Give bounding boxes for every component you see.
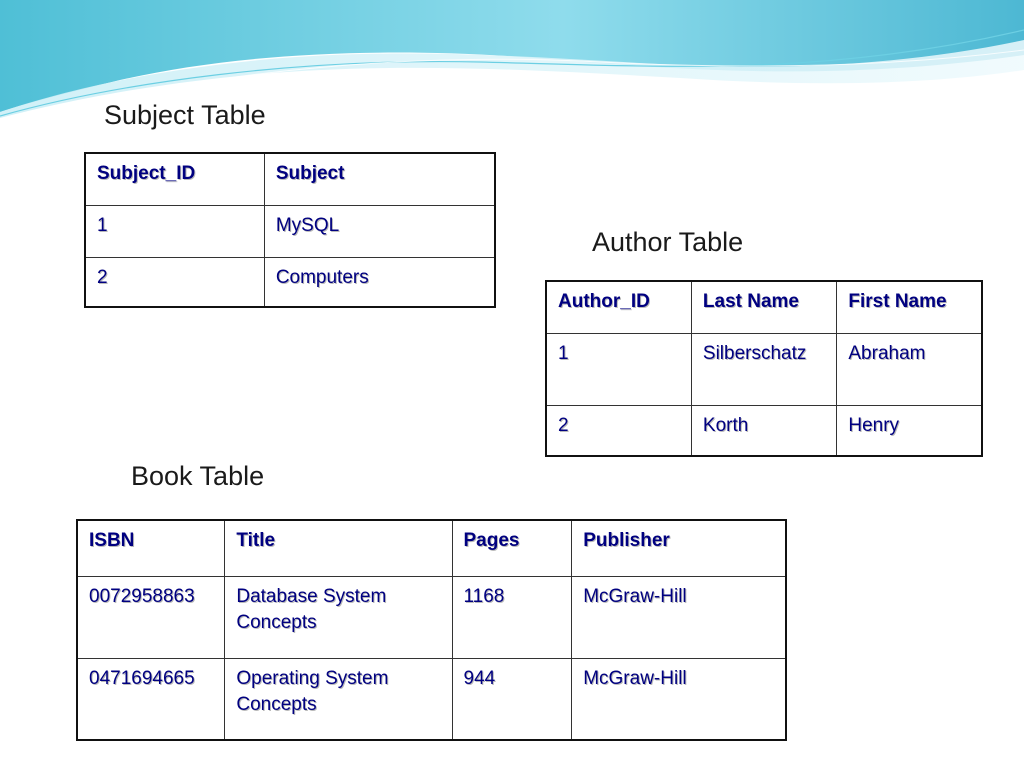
table-cell: Database System Concepts xyxy=(224,575,453,659)
table-cell: 0471694665 xyxy=(76,657,226,741)
author-table: Author_ID Last Name First Name 1 Silbers… xyxy=(545,280,983,457)
table-cell: McGraw-Hill xyxy=(571,575,787,659)
table-row: 2 Korth Henry xyxy=(545,404,983,457)
table-cell: MySQL xyxy=(263,204,496,258)
column-header: Last Name xyxy=(690,280,838,334)
table-cell: Henry xyxy=(836,404,983,457)
column-header: Subject xyxy=(263,152,496,206)
table-cell: Abraham xyxy=(836,332,983,406)
table-row: 2 Computers xyxy=(84,256,496,308)
table-header-row: ISBN Title Pages Publisher xyxy=(76,519,787,577)
table-cell: Operating System Concepts xyxy=(224,657,453,741)
table-cell: 0072958863 xyxy=(76,575,226,659)
table-cell: Korth xyxy=(690,404,838,457)
table-cell: 2 xyxy=(545,404,692,457)
table-cell: 1 xyxy=(545,332,692,406)
table-cell: 2 xyxy=(84,256,265,308)
table-cell: 944 xyxy=(451,657,573,741)
table-cell: 1 xyxy=(84,204,265,258)
subject-table: Subject_ID Subject 1 MySQL 2 Computers xyxy=(84,152,496,308)
table-cell: Computers xyxy=(263,256,496,308)
column-header: Publisher xyxy=(571,519,787,577)
table-header-row: Author_ID Last Name First Name xyxy=(545,280,983,334)
book-table-heading: Book Table xyxy=(131,461,265,491)
column-header: Title xyxy=(224,519,453,577)
table-row: 1 MySQL xyxy=(84,204,496,258)
book-table: ISBN Title Pages Publisher 0072958863 Da… xyxy=(76,519,787,741)
column-header: ISBN xyxy=(76,519,226,577)
subject-table-heading: Subject Table xyxy=(104,100,266,130)
column-header: Pages xyxy=(451,519,573,577)
table-cell: McGraw-Hill xyxy=(571,657,787,741)
author-table-heading: Author Table xyxy=(592,227,744,257)
table-header-row: Subject_ID Subject xyxy=(84,152,496,206)
column-header: First Name xyxy=(836,280,983,334)
column-header: Subject_ID xyxy=(84,152,265,206)
table-row: 0072958863 Database System Concepts 1168… xyxy=(76,575,787,659)
table-row: 0471694665 Operating System Concepts 944… xyxy=(76,657,787,741)
table-cell: 1168 xyxy=(451,575,573,659)
column-header: Author_ID xyxy=(545,280,692,334)
table-cell: Silberschatz xyxy=(690,332,838,406)
table-row: 1 Silberschatz Abraham xyxy=(545,332,983,406)
